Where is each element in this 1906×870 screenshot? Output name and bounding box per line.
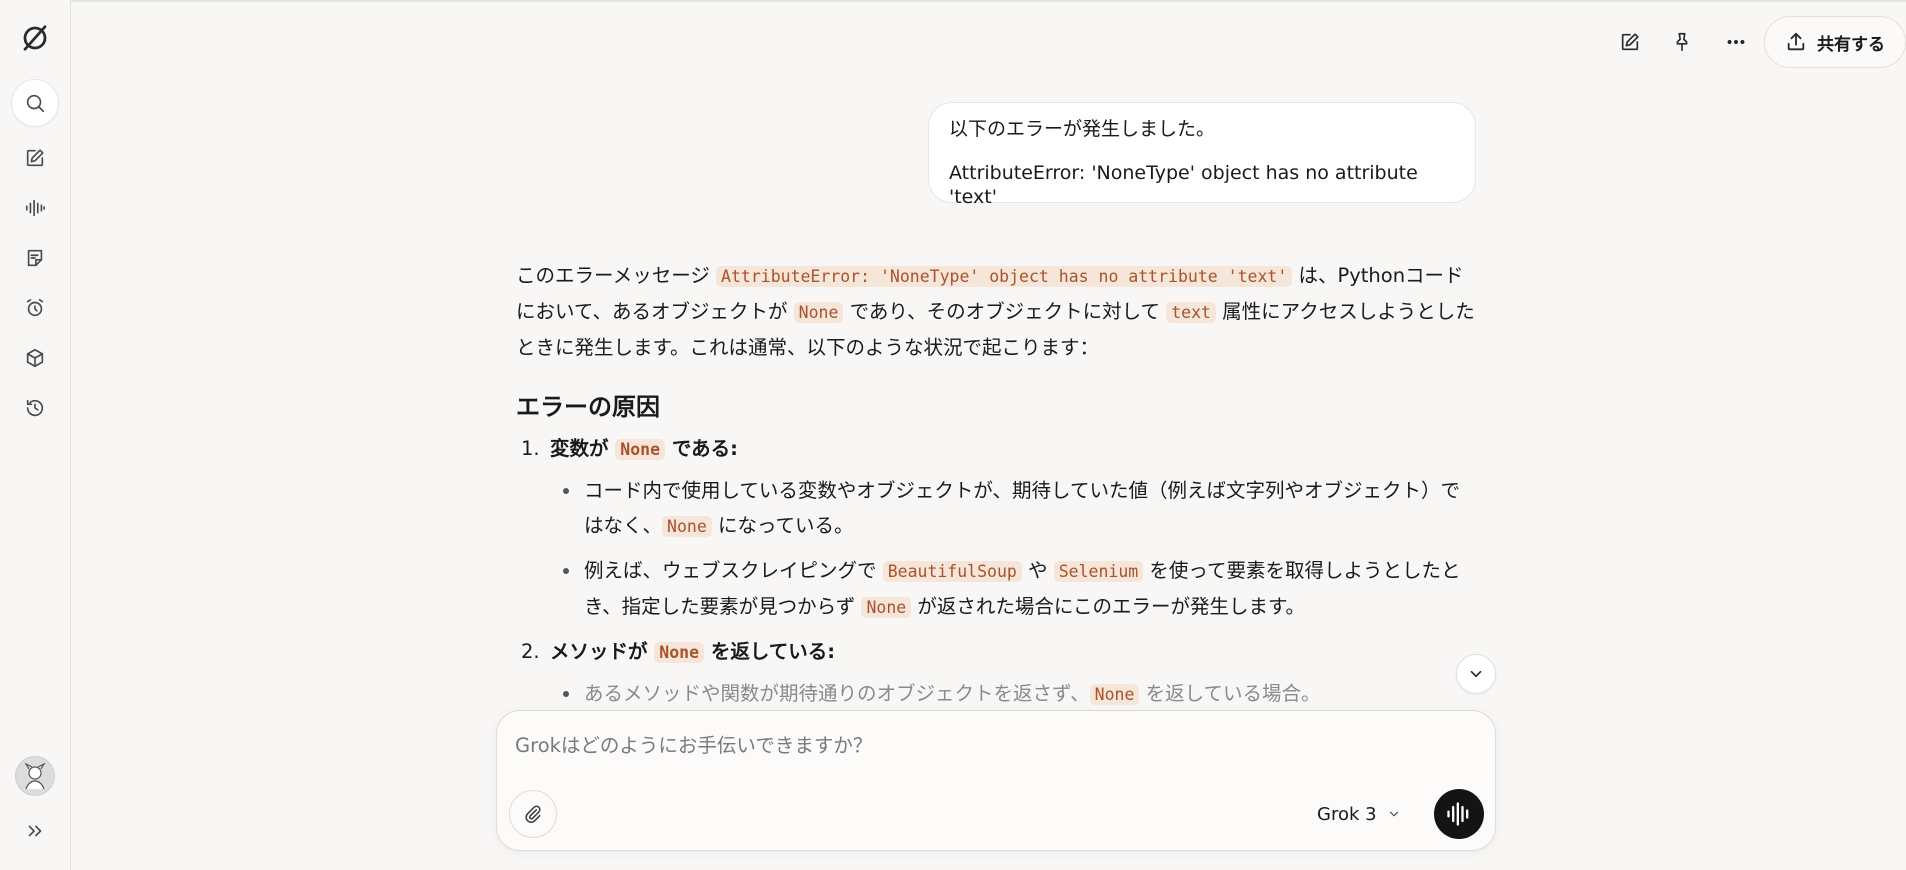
inline-code: text [1166, 302, 1216, 323]
new-chat-button[interactable] [11, 134, 59, 182]
section-heading: エラーの原因 [516, 393, 660, 421]
app-window: 共有する 以下のエラーが発生しました。 AttributeError: 'Non… [0, 0, 1906, 870]
user-avatar-icon [24, 762, 46, 790]
voice-waveform-icon [25, 199, 45, 217]
user-message-line: AttributeError: 'NoneType' object has no… [949, 162, 1418, 208]
paperclip-icon [525, 805, 541, 823]
bullet-item: コード内で使用している変数やオブジェクトが、期待していた値（例えば文字列やオブジ… [550, 473, 1478, 544]
inline-code: None [793, 302, 844, 323]
double-chevron-right-icon [28, 825, 42, 837]
chevron-down-icon [1389, 811, 1398, 817]
projects-button[interactable] [11, 334, 59, 382]
bullet-list: あるメソッドや関数が期待通りのオブジェクトを返さず、 None を返している場合。 [550, 676, 1478, 712]
voice-input-button[interactable] [1434, 789, 1484, 839]
notes-icon [27, 249, 43, 267]
edit-icon [26, 149, 44, 167]
expand-sidebar-button[interactable] [11, 807, 59, 855]
sidebar [0, 0, 71, 870]
voice-mode-button[interactable] [11, 184, 59, 232]
inline-code: None [615, 439, 666, 460]
bullet-item: あるメソッドや関数が期待通りのオブジェクトを返さず、 None を返している場合。 [550, 676, 1478, 712]
share-label: 共有する [1817, 34, 1885, 55]
edit-chat-button[interactable] [1610, 22, 1650, 62]
search-icon [26, 94, 45, 113]
tasks-button[interactable] [11, 234, 59, 282]
list-item: 2. メソッドが None を返している: あるメソッドや関数が期待通りのオブジ… [516, 634, 1478, 712]
cause-list: 1. 変数が None である: コード内で使用している変数やオブジェクトが、期… [516, 431, 1478, 712]
model-selector[interactable]: Grok 3 [1317, 799, 1401, 829]
inline-code: None [654, 642, 705, 663]
search-button[interactable] [11, 79, 59, 127]
scroll-to-bottom-button[interactable] [1456, 654, 1496, 694]
history-icon [26, 399, 44, 417]
schedule-button[interactable] [11, 284, 59, 332]
edit-icon [1621, 33, 1639, 51]
bullet-list: コード内で使用している変数やオブジェクトが、期待していた値（例えば文字列やオブジ… [550, 473, 1478, 625]
upload-icon [1787, 32, 1805, 51]
attach-button[interactable] [509, 790, 557, 838]
message-input[interactable] [515, 729, 1415, 761]
voice-waveform-icon [1447, 802, 1469, 826]
alarm-icon [26, 298, 44, 317]
inline-code: Selenium [1053, 561, 1144, 582]
cube-icon [26, 348, 44, 368]
message-composer: Grok 3 [496, 710, 1496, 851]
model-label: Grok 3 [1317, 803, 1377, 825]
inline-code: None [1089, 684, 1140, 705]
avatar[interactable] [15, 756, 55, 796]
inline-code: None [662, 516, 712, 537]
answer-intro: このエラーメッセージ AttributeError: 'NoneType' ob… [516, 264, 1475, 359]
share-button[interactable]: 共有する [1764, 16, 1906, 68]
user-message-bubble: 以下のエラーが発生しました。 AttributeError: 'NoneType… [928, 102, 1476, 208]
assistant-answer: このエラーメッセージ AttributeError: 'NoneType' ob… [516, 258, 1478, 721]
user-message-line: 以下のエラーが発生しました。 [949, 118, 1216, 140]
list-item: 1. 変数が None である: コード内で使用している変数やオブジェクトが、期… [516, 431, 1478, 625]
inline-code: BeautifulSoup [882, 561, 1022, 582]
pin-icon [1676, 32, 1688, 52]
list-item-title: 変数が None である: [550, 437, 738, 460]
pin-button[interactable] [1662, 22, 1702, 62]
history-button[interactable] [11, 384, 59, 432]
inline-code: None [861, 597, 912, 618]
more-horizontal-icon [1727, 39, 1745, 45]
bullet-item: 例えば、ウェブスクレイピングで BeautifulSoup や Selenium… [550, 553, 1478, 625]
grok-logo-icon[interactable] [11, 14, 59, 62]
more-options-button[interactable] [1716, 22, 1756, 62]
list-item-title: メソッドが None を返している: [550, 640, 836, 663]
inline-code: AttributeError: 'NoneType' object has no… [716, 266, 1293, 287]
top-border [0, 0, 1906, 2]
chevron-down-icon [1470, 670, 1482, 678]
